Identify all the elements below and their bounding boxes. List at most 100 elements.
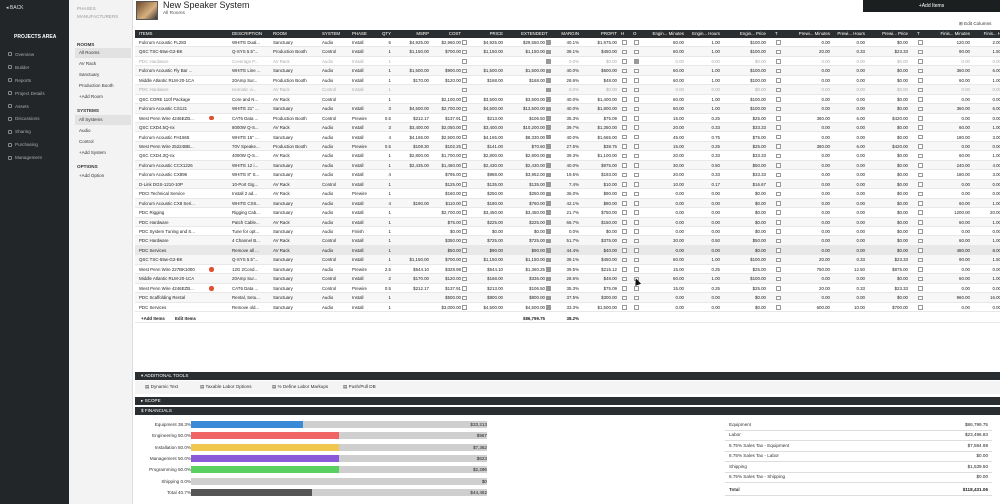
row-checkbox[interactable]: [918, 210, 923, 216]
row-checkbox[interactable]: [918, 125, 923, 131]
row-checkbox[interactable]: [462, 134, 467, 140]
scope-header[interactable]: ▸ SCOPE: [135, 397, 1000, 405]
row-checkbox[interactable]: [622, 182, 627, 187]
row-checkbox[interactable]: [776, 304, 781, 310]
row-checkbox[interactable]: [918, 257, 923, 263]
row-checkbox[interactable]: [634, 238, 639, 244]
column-header[interactable]: PRICE: [467, 30, 503, 38]
row-checkbox[interactable]: [462, 40, 467, 45]
row-checkbox[interactable]: [634, 78, 639, 83]
table-row[interactable]: D-Link DGS-1210-10P 10-Port Gig... AV Rack…: [135, 179, 1000, 190]
table-row[interactable]: Middle Atlantic RLM-20-1CA 20Amp Sur... Pr…: [135, 76, 1000, 86]
table-cell[interactable]: Fulcrum Acoustic CX896: [139, 170, 231, 179]
table-row[interactable]: PDC Services Remove all ... AV Rack Audio In…: [135, 245, 1000, 256]
row-checkbox[interactable]: [462, 125, 467, 131]
subnav-item[interactable]: Audio: [75, 126, 131, 136]
row-checkbox[interactable]: [918, 229, 923, 234]
row-checkbox[interactable]: [462, 153, 467, 159]
nav-item-discussions[interactable]: Discussions: [8, 112, 45, 125]
nav-item-reports[interactable]: Reports: [8, 74, 45, 87]
row-checkbox[interactable]: [622, 248, 627, 253]
column-header[interactable]: T: [775, 30, 787, 38]
row-checkbox[interactable]: [918, 78, 923, 83]
tool-button[interactable]: ▤ Dynamic Text: [145, 384, 178, 390]
table-cell[interactable]: PDC Hardware: [139, 57, 231, 66]
row-checkbox[interactable]: [634, 182, 639, 187]
table-cell[interactable]: QSC TSC-55w-G2-BK: [139, 47, 231, 56]
row-checkbox[interactable]: [776, 295, 781, 301]
row-checkbox[interactable]: [622, 125, 627, 131]
row-checkbox[interactable]: [776, 59, 781, 64]
table-cell[interactable]: PDC Services: [139, 246, 231, 255]
table-row[interactable]: Fulcrum Acoustic CX896 WHITE 8" S... Sanct…: [135, 170, 1000, 180]
subnav-item[interactable]: All Systems: [75, 115, 131, 125]
row-checkbox[interactable]: [634, 125, 639, 131]
column-header[interactable]: T: [917, 30, 929, 38]
subnav-item[interactable]: Control: [75, 137, 131, 147]
row-checkbox[interactable]: [462, 172, 467, 178]
column-header[interactable]: Finis... H: [971, 30, 1000, 38]
row-checkbox[interactable]: [634, 210, 639, 216]
financials-header[interactable]: $ FINANCIALS: [135, 407, 1000, 415]
row-checkbox[interactable]: [622, 238, 627, 244]
row-checkbox[interactable]: [776, 229, 781, 234]
table-row[interactable]: PDC System Tuning and S... Tune for opt..…: [135, 227, 1000, 237]
row-checkbox[interactable]: [546, 59, 551, 64]
row-checkbox[interactable]: [634, 172, 639, 178]
table-cell[interactable]: PDCI Technical Service: [139, 189, 231, 198]
row-checkbox[interactable]: [634, 295, 639, 301]
row-checkbox[interactable]: [622, 163, 627, 168]
add-items-button[interactable]: +Add Items: [863, 0, 1000, 12]
row-checkbox[interactable]: [462, 248, 467, 253]
tool-button[interactable]: ▤ % Define Labor Markups: [272, 384, 328, 390]
row-checkbox[interactable]: [776, 125, 781, 131]
row-checkbox[interactable]: [634, 257, 639, 263]
table-row[interactable]: West Penn Wire 227BK1000 12G 2Cond... Sanc…: [135, 265, 1000, 275]
subnav-item[interactable]: +Add Option: [75, 171, 131, 181]
row-checkbox[interactable]: [546, 182, 551, 187]
table-cell[interactable]: D-Link DGS-1210-10P: [139, 180, 231, 189]
edit-columns-button[interactable]: ⊞ Edit Columns: [959, 21, 991, 27]
row-checkbox[interactable]: [918, 153, 923, 159]
row-checkbox[interactable]: [462, 286, 467, 291]
row-checkbox[interactable]: [462, 229, 467, 234]
row-checkbox[interactable]: [546, 49, 551, 55]
row-checkbox[interactable]: [622, 106, 627, 112]
subnav-item[interactable]: AV Rack: [75, 59, 131, 69]
row-checkbox[interactable]: [776, 238, 781, 244]
column-header[interactable]: O: [633, 30, 643, 38]
row-checkbox[interactable]: [918, 295, 923, 301]
row-checkbox[interactable]: [546, 40, 551, 45]
row-checkbox[interactable]: [462, 238, 467, 244]
row-checkbox[interactable]: [622, 97, 627, 102]
tool-button[interactable]: ▤ Taxable Labor Options: [200, 384, 252, 390]
tool-button[interactable]: ▤ Push/Pull DB: [343, 384, 376, 390]
row-checkbox[interactable]: [462, 276, 467, 282]
row-checkbox[interactable]: [546, 210, 551, 216]
row-checkbox[interactable]: [546, 68, 551, 74]
row-checkbox[interactable]: [776, 40, 781, 45]
row-checkbox[interactable]: [776, 97, 781, 102]
row-checkbox[interactable]: [776, 87, 781, 93]
row-checkbox[interactable]: [776, 134, 781, 140]
row-checkbox[interactable]: [918, 172, 923, 178]
row-checkbox[interactable]: [546, 229, 551, 234]
row-checkbox[interactable]: [546, 106, 551, 112]
row-checkbox[interactable]: [546, 163, 551, 168]
row-checkbox[interactable]: [462, 49, 467, 55]
row-checkbox[interactable]: [634, 219, 639, 225]
nav-item-builder[interactable]: Builder: [8, 61, 45, 74]
row-checkbox[interactable]: [918, 191, 923, 197]
row-checkbox[interactable]: [622, 153, 627, 159]
table-cell[interactable]: QSC CXD4.5Q-nx: [139, 123, 231, 132]
row-checkbox[interactable]: [546, 78, 551, 83]
table-row[interactable]: PDC Hardware Patch Cable... AV Rack Audio In…: [135, 217, 1000, 227]
table-cell[interactable]: QSC CXD4.3Q-nx: [139, 151, 231, 160]
row-checkbox[interactable]: [622, 286, 627, 291]
table-cell[interactable]: PDC Rigging: [139, 208, 231, 217]
column-header[interactable]: Engin... Price: [720, 30, 766, 38]
row-checkbox[interactable]: [776, 163, 781, 168]
table-cell[interactable]: Middle Atlantic RLM-20-1CA: [139, 76, 231, 85]
column-header[interactable]: QTY: [379, 30, 391, 38]
row-checkbox[interactable]: [634, 153, 639, 159]
